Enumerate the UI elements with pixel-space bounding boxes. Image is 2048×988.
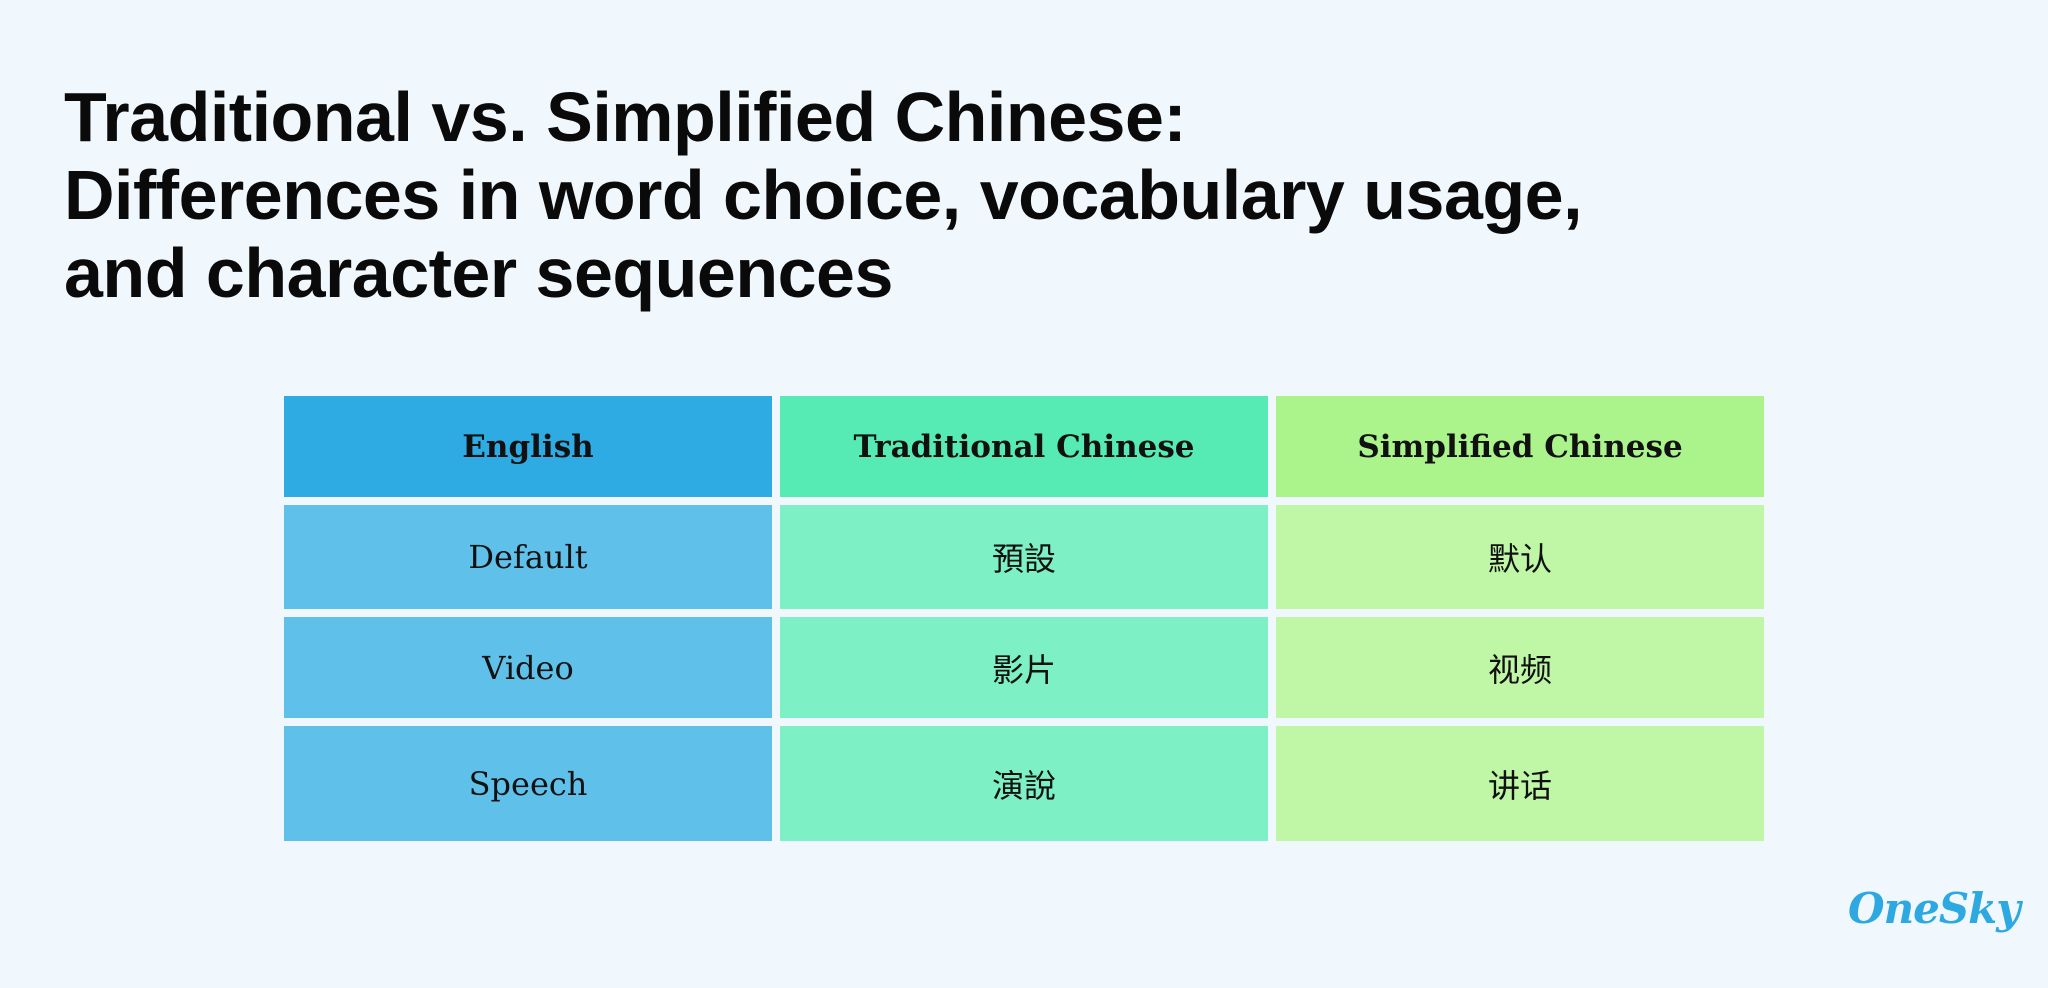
- table-cell-traditional: 影片: [780, 617, 1268, 718]
- onesky-logo: OneSky: [1848, 884, 2021, 933]
- title-line-2: Differences in word choice, vocabulary u…: [64, 156, 1583, 234]
- table-cell-simplified: 视频: [1276, 617, 1764, 718]
- table-cell-english: Default: [284, 505, 772, 609]
- header-traditional-chinese: Traditional Chinese: [780, 396, 1268, 497]
- header-simplified-chinese: Simplified Chinese: [1276, 396, 1764, 497]
- header-english: English: [284, 396, 772, 497]
- title-line-1: Traditional vs. Simplified Chinese:: [64, 78, 1187, 156]
- title-line-3: and character sequences: [64, 234, 893, 312]
- table-cell-english: Speech: [284, 726, 772, 841]
- table-cell-english: Video: [284, 617, 772, 718]
- page-title: Traditional vs. Simplified Chinese: Diff…: [64, 78, 1583, 312]
- comparison-table: English Traditional Chinese Simplified C…: [284, 396, 1764, 841]
- table-cell-simplified: 默认: [1276, 505, 1764, 609]
- table-cell-simplified: 讲话: [1276, 726, 1764, 841]
- table-cell-traditional: 演說: [780, 726, 1268, 841]
- table-cell-traditional: 預設: [780, 505, 1268, 609]
